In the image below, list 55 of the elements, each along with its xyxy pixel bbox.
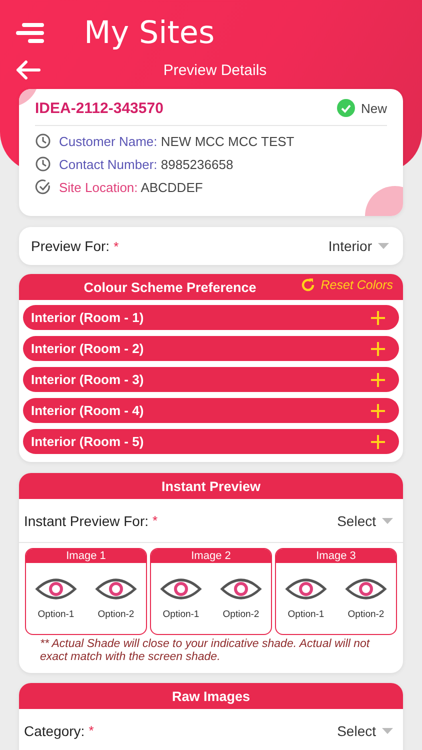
plus-icon xyxy=(371,310,385,324)
dropdown[interactable]: Select xyxy=(337,512,393,528)
site-id: IDEA-2112-343570 xyxy=(35,100,164,116)
section-title: Instant Preview xyxy=(161,478,261,494)
back-arrow-icon[interactable] xyxy=(15,60,41,80)
status-label: New xyxy=(360,100,387,116)
info-text: Site Location: ABCDDEF xyxy=(59,180,203,194)
eye-icon xyxy=(35,577,77,601)
option-button[interactable]: Option-1 xyxy=(160,577,202,620)
caret-icon xyxy=(378,243,389,249)
plus-icon xyxy=(371,342,385,356)
shade-note: ** Actual Shade will close to your indicative shade. Actual will not exact match with the screen shade. xyxy=(39,637,371,664)
option-button[interactable]: Option-2 xyxy=(345,577,387,620)
plus-icon xyxy=(371,372,385,386)
field-label: Instant Preview For: xyxy=(24,512,148,528)
info-text: Contact Number: 8985236658 xyxy=(59,156,234,172)
clock-icon xyxy=(35,133,51,149)
dropdown[interactable]: Interior xyxy=(328,238,389,254)
eye-icon xyxy=(220,577,262,601)
plus-icon xyxy=(371,404,385,418)
room-row[interactable]: Interior (Room - 1) xyxy=(23,305,399,330)
clock-icon xyxy=(35,156,51,172)
plus-icon xyxy=(371,434,385,448)
eye-icon xyxy=(160,577,202,601)
option-button[interactable]: Option-1 xyxy=(35,577,77,620)
option-button[interactable]: Option-1 xyxy=(285,577,327,620)
required-mark: * xyxy=(152,513,158,528)
page-subtitle: Preview Details xyxy=(162,62,268,78)
info-text: Customer Name: NEW MCC MCC TEST xyxy=(59,134,294,148)
required-mark: * xyxy=(88,723,94,738)
section-title: Raw Images xyxy=(172,688,250,704)
required-mark: * xyxy=(114,238,119,254)
eye-icon xyxy=(95,577,137,601)
section-title: Colour Scheme Preference xyxy=(84,280,256,294)
refresh-icon xyxy=(300,277,316,293)
caret-icon xyxy=(382,518,393,524)
room-row[interactable]: Interior (Room - 5) xyxy=(23,429,399,454)
page-title: My Sites xyxy=(84,15,215,51)
room-row[interactable]: Interior (Room - 3) xyxy=(23,367,399,392)
caret-icon xyxy=(382,728,393,734)
menu-icon[interactable] xyxy=(16,22,46,44)
option-button[interactable]: Option-2 xyxy=(220,577,262,620)
field-label: Category: xyxy=(24,722,85,738)
room-row[interactable]: Interior (Room - 4) xyxy=(23,398,399,423)
image-title: Image 2 xyxy=(151,549,271,563)
check-circle-icon xyxy=(35,179,51,195)
check-badge-icon xyxy=(336,99,355,117)
field-label: Preview For: xyxy=(31,238,110,254)
dropdown[interactable]: Select xyxy=(337,722,393,738)
eye-icon xyxy=(285,577,327,601)
eye-icon xyxy=(345,577,387,601)
image-title: Image 3 xyxy=(276,549,396,563)
room-row[interactable]: Interior (Room - 2) xyxy=(23,336,399,361)
option-button[interactable]: Option-2 xyxy=(95,577,137,620)
image-title: Image 1 xyxy=(26,549,146,563)
